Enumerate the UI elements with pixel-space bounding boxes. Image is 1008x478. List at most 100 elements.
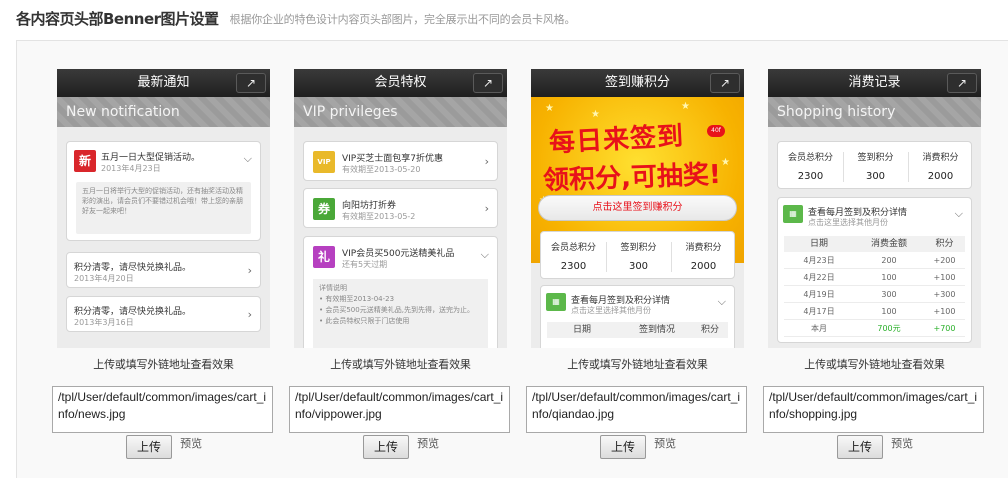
stat-label: 消费积分 (685, 243, 722, 253)
table-total-row: 本月 700元 +700 (784, 320, 965, 337)
checkin-table: 日期 签到情况 积分 (547, 322, 728, 338)
upload-button[interactable]: 上传 (126, 435, 172, 459)
stat-label: 会员总积分 (787, 153, 833, 163)
banner-card-checkin: 签到赚积分 ↗ ★ ★ ★ ★ ★ ★ 每日来签到 40f 领积分,可抽奖! 点… (526, 69, 747, 461)
checkin-detail: ▦ 查看每月签到及积分详情 点击这里选择其他月份 ⌵ 日期 签到情况 积分 (540, 285, 735, 348)
table-cell-amount: 100 (881, 307, 897, 316)
stat-value: 300 (865, 171, 886, 182)
image-path-field[interactable]: /tpl/User/default/common/images/cart_inf… (289, 386, 510, 433)
points-summary: 会员总积分 2300 签到积分 300 消费积分 2000 (540, 231, 735, 279)
news-item-title: 积分清零，请尽快兑换礼品。 (74, 263, 192, 273)
card-actions: 上传 预览 (600, 435, 744, 461)
news-badge-icon: 新 (74, 150, 96, 172)
stat-value: 2300 (797, 171, 824, 182)
vip-item-expanded: 礼 VIP会员买500元送精美礼品 还有5天过期 ⌵ 详情说明 • 有效期至20… (303, 236, 498, 348)
preview-banner: VIP privileges (294, 97, 507, 127)
stat-label: 签到积分 (620, 243, 657, 253)
chevron-down-icon: ⌵ (954, 207, 963, 220)
points-summary: 会员总积分 2300 签到积分 300 消费积分 2000 (777, 141, 972, 189)
table-row: 4月17日 100 +100 (784, 303, 965, 320)
table-row: 4月22日 100 +100 (784, 269, 965, 286)
table-row: 4月23日 200 +200 (784, 252, 965, 269)
table-header-cell: 签到情况 (638, 325, 675, 335)
chevron-right-icon: › (484, 155, 489, 168)
calendar-icon: ▦ (783, 205, 803, 223)
table-header-cell: 积分 (935, 239, 954, 249)
chevron-down-icon: ⌵ (480, 248, 489, 261)
stat-value: 300 (628, 261, 649, 272)
image-path-field[interactable]: /tpl/User/default/common/images/cart_inf… (52, 386, 273, 433)
vip-item-title: VIP买芝士面包享7折优惠 (342, 154, 443, 164)
table-cell-month: 本月 (811, 324, 827, 333)
chevron-right-icon: › (484, 202, 489, 215)
share-icon: ↗ (236, 73, 266, 93)
banner-card-shopping: 消费记录 ↗ Shopping history 会员总积分 2300 签到积分 … (763, 69, 984, 461)
table-cell-points: +300 (933, 290, 956, 299)
news-item-date: 2013年4月20日 (74, 274, 134, 283)
table-cell-date: 4月19日 (803, 290, 835, 299)
vip-item-date: 有效期至2013-05-20 (342, 165, 421, 174)
vip-detail-heading: 详情说明 (319, 284, 347, 292)
star-icon: ★ (681, 101, 690, 112)
stat-value: 2000 (927, 171, 954, 182)
preview-link[interactable]: 预览 (180, 435, 202, 451)
checkin-button[interactable]: 点击这里签到赚积分 (538, 195, 737, 221)
vip-item-date: 有效期至2013-05-2 (342, 212, 416, 221)
table-header-cell: 消费金额 (870, 239, 907, 249)
vip-item-title: 向阳坊打折券 (342, 201, 397, 211)
stat-checkin: 签到积分 300 (843, 150, 908, 182)
stat-total: 会员总积分 2300 (541, 240, 606, 272)
vip-detail-line: • 会员买500元送精美礼品,先到先得，送完为止。 (319, 306, 474, 314)
news-item-title: 五月一日大型促销活动。 (101, 153, 201, 163)
news-item: 积分清零，请尽快兑换礼品。 2013年4月20日 › (66, 252, 261, 288)
table-cell-date: 4月22日 (803, 273, 835, 282)
chevron-down-icon: ⌵ (243, 152, 252, 165)
coupon-icon: 券 (313, 198, 335, 220)
stat-value: 2300 (560, 261, 587, 272)
table-header-cell: 日期 (809, 239, 828, 249)
table-cell-amount: 300 (881, 290, 897, 299)
table-header-cell: 日期 (572, 325, 591, 335)
star-icon: ★ (545, 103, 554, 114)
card-caption: 上传或填写外链地址查看效果 (804, 358, 945, 371)
preview-link[interactable]: 预览 (891, 435, 913, 451)
phone-preview-shopping: 消费记录 ↗ Shopping history 会员总积分 2300 签到积分 … (768, 69, 981, 348)
vip-item-date: 还有5天过期 (342, 260, 388, 269)
page-header: 各内容页头部Benner图片设置 根据你企业的特色设计内容页头部图片，完全展示出… (16, 8, 575, 34)
page-description: 根据你企业的特色设计内容页头部图片，完全展示出不同的会员卡风格。 (229, 12, 576, 26)
news-item-date: 2013年3月16日 (74, 318, 134, 327)
card-caption: 上传或填写外链地址查看效果 (330, 358, 471, 371)
stat-label: 消费积分 (922, 153, 959, 163)
star-icon: ★ (721, 157, 730, 168)
upload-button[interactable]: 上传 (837, 435, 883, 459)
chevron-right-icon: › (247, 308, 252, 321)
table-cell-total-points: +700 (933, 324, 956, 333)
vip-item: 券 向阳坊打折券 有效期至2013-05-2 › (303, 188, 498, 228)
preview-topbar-title: 最新通知 (137, 75, 190, 90)
upload-button[interactable]: 上传 (363, 435, 409, 459)
stat-label: 会员总积分 (550, 243, 596, 253)
table-cell-date: 4月23日 (803, 256, 835, 265)
table-cell-amount: 100 (881, 273, 897, 282)
share-icon: ↗ (710, 73, 740, 93)
share-icon: ↗ (947, 73, 977, 93)
detail-subtitle: 点击这里选择其他月份 (808, 218, 888, 227)
preview-banner: New notification (57, 97, 270, 127)
vip-detail-box: 详情说明 • 有效期至2013-04-23 • 会员买500元送精美礼品,先到先… (313, 279, 488, 348)
table-header-cell: 积分 (700, 325, 719, 335)
preview-link[interactable]: 预览 (417, 435, 439, 451)
promo-badge: 40f (707, 125, 725, 137)
detail-subtitle: 点击这里选择其他月份 (571, 306, 651, 315)
table-cell-date: 4月17日 (803, 307, 835, 316)
preview-topbar-title: 签到赚积分 (604, 75, 670, 90)
image-path-field[interactable]: /tpl/User/default/common/images/cart_inf… (526, 386, 747, 433)
card-caption: 上传或填写外链地址查看效果 (93, 358, 234, 371)
vip-icon: VIP (313, 151, 335, 173)
image-path-field[interactable]: /tpl/User/default/common/images/cart_inf… (763, 386, 984, 433)
stat-value: 2000 (690, 261, 717, 272)
table-cell-points: +100 (933, 273, 956, 282)
preview-link[interactable]: 预览 (654, 435, 676, 451)
preview-topbar: 最新通知 ↗ (57, 69, 270, 97)
preview-topbar: 消费记录 ↗ (768, 69, 981, 97)
upload-button[interactable]: 上传 (600, 435, 646, 459)
